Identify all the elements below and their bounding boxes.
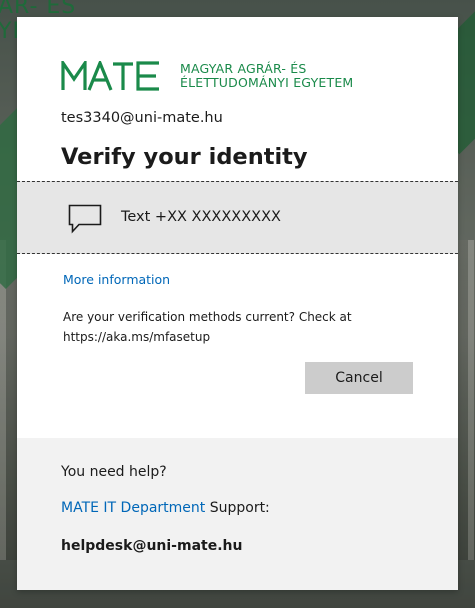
mate-logo-text: MAGYAR AGRÁR- ÉS ÉLETTUDOMÁNYI EGYETEM xyxy=(180,62,353,90)
mate-logo-mark-graphic xyxy=(61,61,159,91)
mate-logo-mark xyxy=(61,61,162,91)
verification-method-label: Text +XX XXXXXXXXX xyxy=(121,209,281,225)
verification-methods-note: Are your verification methods current? C… xyxy=(63,310,352,344)
help-title: You need help? xyxy=(61,464,167,480)
verification-method-text[interactable]: Text +XX XXXXXXXXX xyxy=(17,181,458,254)
page-title: Verify your identity xyxy=(61,144,308,170)
help-support-label: Support: xyxy=(205,500,270,516)
mate-logo-text-line1: MAGYAR AGRÁR- ÉS xyxy=(180,61,307,76)
more-information-link[interactable]: More information xyxy=(63,272,170,287)
verify-identity-dialog: MAGYAR AGRÁR- ÉS ÉLETTUDOMÁNYI EGYETEM t… xyxy=(17,17,458,590)
cancel-button[interactable]: Cancel xyxy=(305,362,413,394)
mate-logo-text-line2: ÉLETTUDOMÁNYI EGYETEM xyxy=(180,75,354,90)
help-support-line: MATE IT Department Support: xyxy=(61,500,270,516)
message-icon xyxy=(68,204,102,234)
it-department-link[interactable]: MATE IT Department xyxy=(61,500,205,516)
help-section: You need help? MATE IT Department Suppor… xyxy=(17,438,458,590)
mate-logo: MAGYAR AGRÁR- ÉS ÉLETTUDOMÁNYI EGYETEM xyxy=(61,60,353,92)
account-email: tes3340@uni-mate.hu xyxy=(61,110,223,126)
helpdesk-email: helpdesk@uni-mate.hu xyxy=(61,538,243,554)
